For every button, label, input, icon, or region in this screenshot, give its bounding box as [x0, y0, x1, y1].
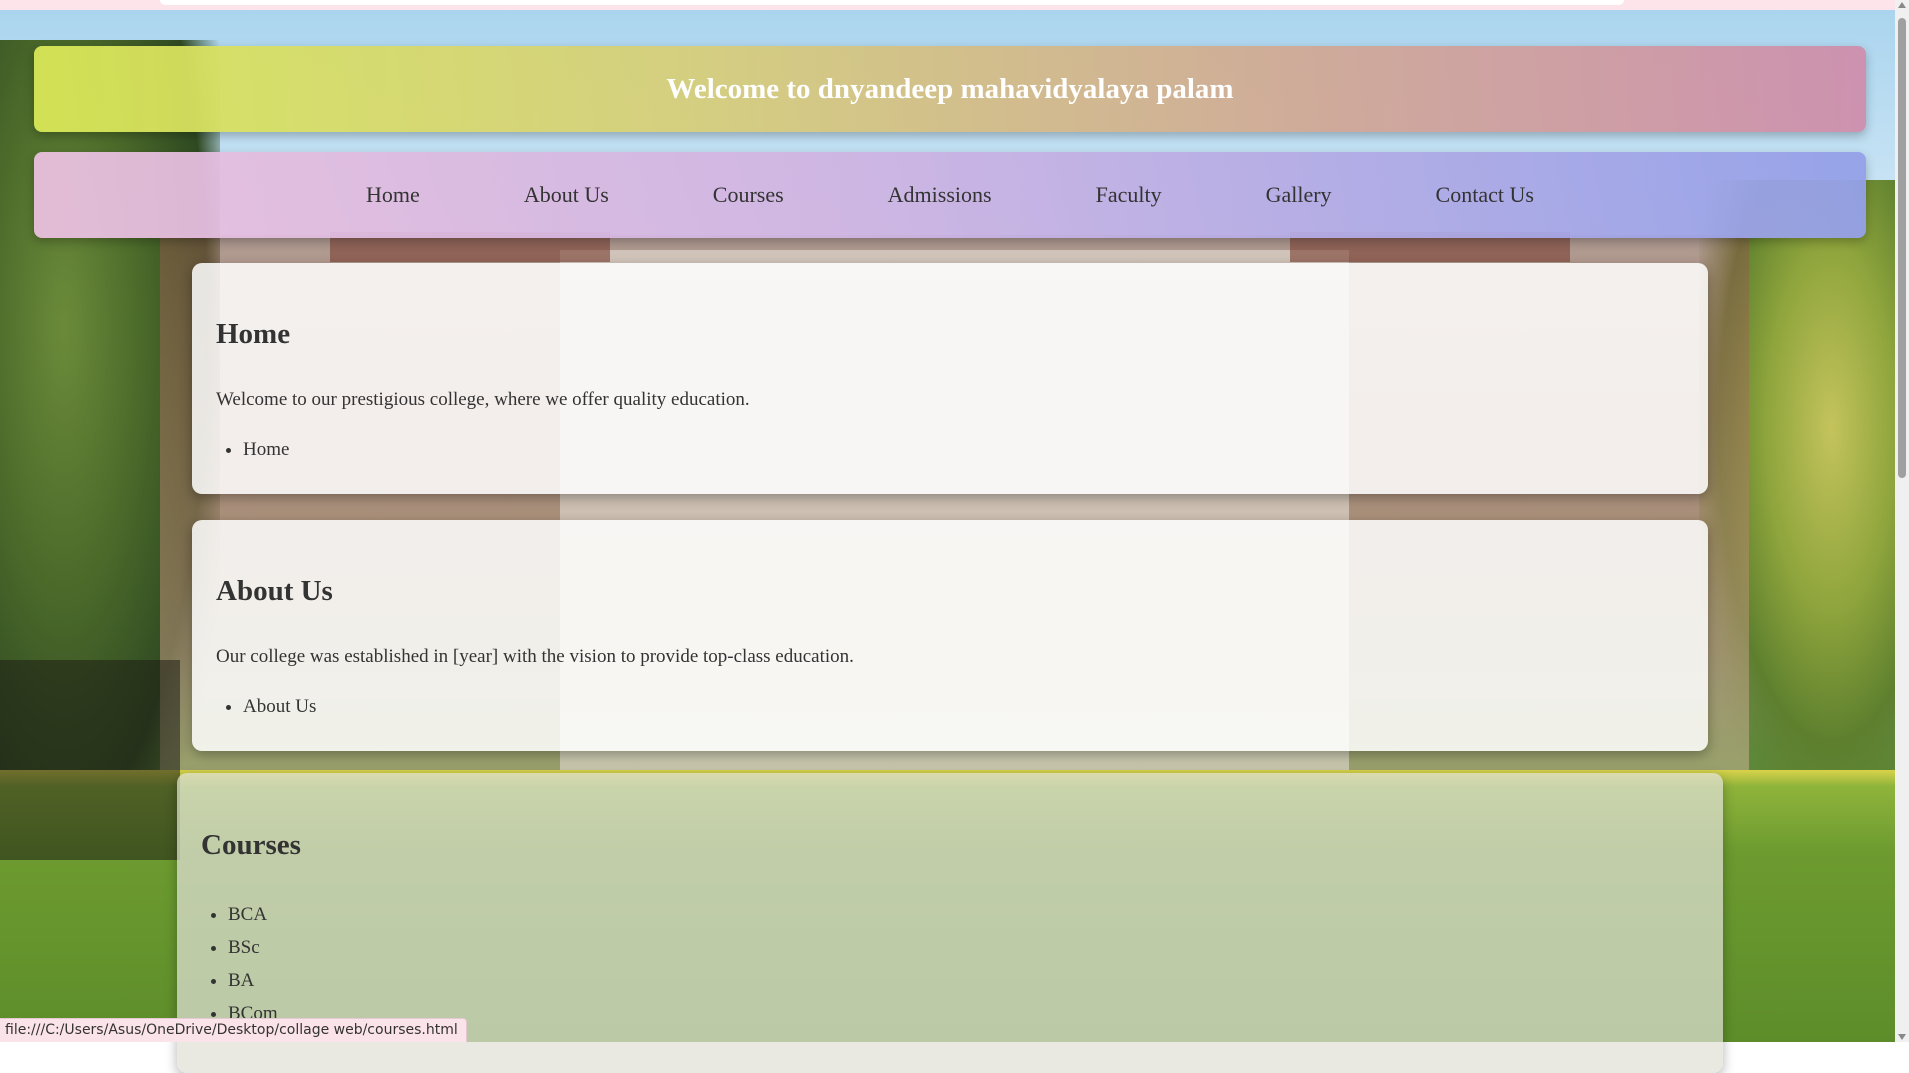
nav-list: Home About Us Courses Admissions Faculty…: [34, 152, 1866, 238]
scroll-up-icon[interactable]: [1898, 2, 1906, 8]
nav-item-contact-us[interactable]: Contact Us: [1384, 182, 1586, 208]
list-item: BCA: [228, 898, 278, 931]
home-text: Welcome to our prestigious college, wher…: [216, 389, 750, 410]
background-shade: [0, 660, 180, 860]
nav-item-home[interactable]: Home: [314, 182, 472, 208]
browser-top-edge-inner: [160, 0, 1624, 5]
scroll-down-icon[interactable]: [1898, 1034, 1906, 1040]
main-navigation: Home About Us Courses Admissions Faculty…: [34, 152, 1866, 238]
list-item: Home: [243, 433, 289, 466]
nav-item-faculty[interactable]: Faculty: [1044, 182, 1214, 208]
link-status-bar: file:///C:/Users/Asus/OneDrive/Desktop/c…: [0, 1018, 467, 1042]
list-item: About Us: [243, 690, 316, 723]
home-list: Home: [216, 433, 289, 466]
about-heading: About Us: [216, 575, 333, 607]
scrollbar-thumb[interactable]: [1898, 18, 1906, 478]
nav-item-about-us[interactable]: About Us: [472, 182, 661, 208]
home-section: Home Welcome to our prestigious college,…: [192, 263, 1708, 494]
nav-item-gallery[interactable]: Gallery: [1214, 182, 1384, 208]
list-item: BSc: [228, 931, 278, 964]
site-banner: Welcome to dnyandeep mahavidyalaya palam: [34, 46, 1866, 132]
courses-list: BCA BSc BA BCom: [201, 898, 278, 1030]
courses-heading: Courses: [201, 829, 301, 861]
about-list: About Us: [216, 690, 316, 723]
page-scrollbar[interactable]: [1895, 0, 1909, 1042]
home-heading: Home: [216, 318, 291, 350]
list-item: BA: [228, 964, 278, 997]
nav-item-admissions[interactable]: Admissions: [836, 182, 1044, 208]
about-section: About Us Our college was established in …: [192, 520, 1708, 751]
banner-title: Welcome to dnyandeep mahavidyalaya palam: [666, 72, 1234, 105]
browser-top-edge: [0, 0, 1909, 10]
about-text: Our college was established in [year] wi…: [216, 646, 854, 667]
nav-item-courses[interactable]: Courses: [661, 182, 836, 208]
